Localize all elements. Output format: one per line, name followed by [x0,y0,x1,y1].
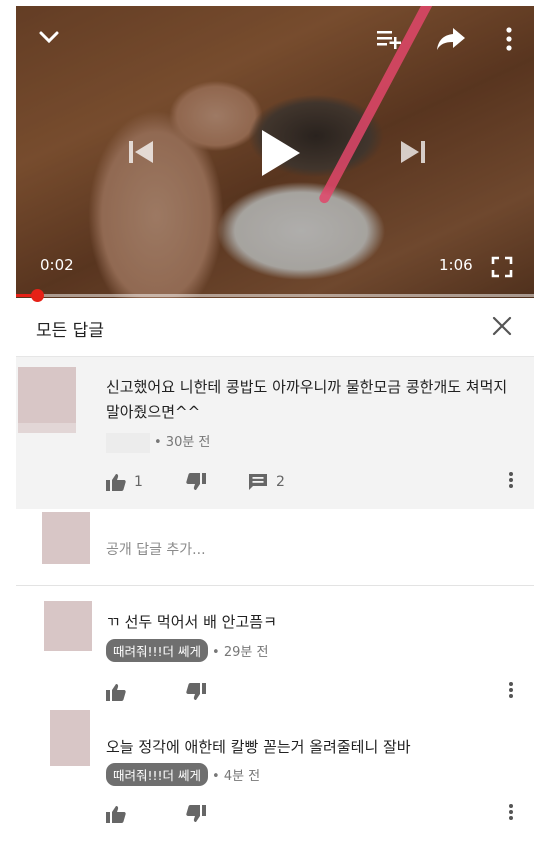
reply-text: ㄲ 선두 먹어서 배 안고픔ㅋ [106,613,277,631]
comment-text: 신고했어요 니한테 콩밥도 아까우니까 물한모금 콩한개도 쳐먹지말아줬으면^^ [106,378,508,421]
comment-actions: 1 2 [106,471,526,493]
reply-time: • 29분 전 [212,645,269,660]
replies-header: 모든 답글 [16,300,534,357]
progress-scrubber[interactable] [30,289,44,302]
more-vert-icon[interactable] [508,471,514,489]
more-vert-icon[interactable] [508,681,514,699]
like-button[interactable]: 1 [106,471,143,493]
comment-meta: • 30분 전 [106,431,210,453]
like-count: 1 [134,474,143,490]
reply-actions [106,681,526,703]
avatar[interactable] [50,710,90,766]
author-name-redacted[interactable] [106,432,150,453]
main-comment: 신고했어요 니한테 콩밥도 아까우니까 물한모금 콩한개도 쳐먹지말아줬으면^^… [16,357,534,509]
play-icon[interactable] [258,128,302,178]
avatar[interactable] [18,367,76,425]
reply-actions [106,803,526,825]
avatar[interactable] [44,601,92,651]
comment-time: • 30분 전 [154,435,211,450]
thumbs-down-icon [186,683,206,700]
dislike-button[interactable] [186,803,206,825]
author-chip[interactable]: 때려줘!!!더 쎄게 [106,639,209,662]
reply-button[interactable]: 2 [248,471,285,493]
comment-icon [249,474,267,490]
video-player[interactable]: 0:02 1:06 [16,6,534,298]
share-icon[interactable] [436,26,466,52]
more-vert-icon[interactable] [504,26,514,52]
reply-item: ㄲ 선두 먹어서 배 안고픔ㅋ 때려줘!!!더 쎄게 • 29분 전 [16,597,534,709]
add-to-queue-icon[interactable] [376,28,402,50]
replies-title: 모든 답글 [36,321,104,341]
thumbs-down-icon [186,473,206,490]
reply-count: 2 [276,474,285,490]
more-vert-icon[interactable] [508,803,514,821]
avatar-blur [18,423,76,433]
chevron-down-icon[interactable] [38,26,60,48]
like-button[interactable] [106,681,126,703]
author-chip[interactable]: 때려줘!!!더 쎄게 [106,763,209,786]
reply-time: • 4분 전 [212,769,261,784]
thumbs-down-icon [186,805,206,822]
reply-item: 오늘 정각에 애한테 칼빵 꼳는거 올려줄테니 잘바 때려줘!!!더 쎄게 • … [16,710,534,835]
skip-next-icon[interactable] [399,137,427,167]
reply-meta: 때려줘!!!더 쎄게 • 29분 전 [106,639,268,662]
add-reply-input[interactable]: 공개 답글 추가... [106,539,206,559]
dislike-button[interactable] [186,471,206,493]
add-reply-row[interactable]: 공개 답글 추가... [16,509,534,586]
like-button[interactable] [106,803,126,825]
skip-previous-icon[interactable] [127,137,155,167]
thumbs-up-icon [106,806,126,823]
thumbs-up-icon [106,684,126,701]
duration: 1:06 [439,256,473,274]
fullscreen-icon[interactable] [491,256,513,278]
reply-text: 오늘 정각에 애한테 칼빵 꼳는거 올려줄테니 잘바 [106,738,411,756]
thumbs-up-icon [106,474,126,491]
avatar [42,512,90,564]
close-icon[interactable] [490,314,514,338]
current-time: 0:02 [40,256,74,274]
progress-bar[interactable] [16,289,534,302]
reply-meta: 때려줘!!!더 쎄게 • 4분 전 [106,763,260,786]
dislike-button[interactable] [186,681,206,703]
